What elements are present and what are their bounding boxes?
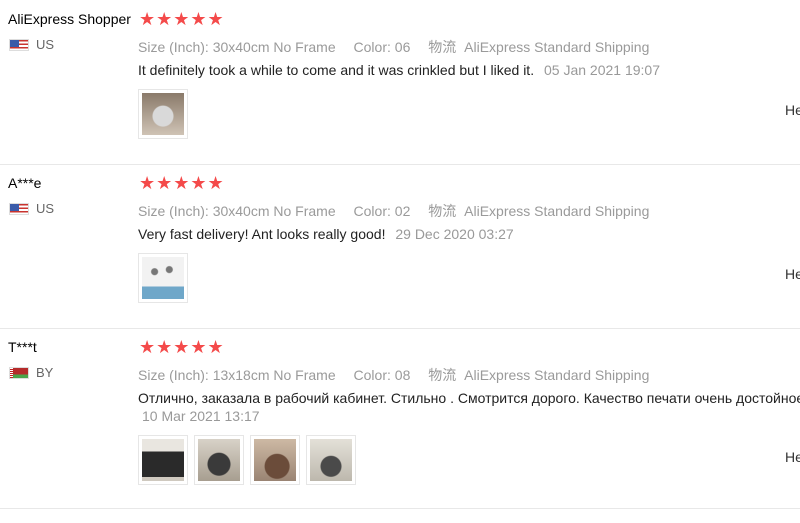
- review-image-thumbnail[interactable]: [194, 435, 244, 485]
- buyer-name: A***e: [8, 175, 42, 191]
- size-value: 30x40cm No Frame: [212, 203, 336, 219]
- review-date: 29 Dec 2020 03:27: [395, 226, 514, 242]
- shipping-method: AliExpress Standard Shipping: [464, 367, 650, 383]
- review-images: [138, 435, 362, 485]
- review-image-thumbnail[interactable]: [138, 89, 188, 139]
- review-photo: [142, 93, 184, 135]
- color-label: Color:: [353, 39, 391, 55]
- review-images: [138, 89, 194, 139]
- review-item: A***e US ★★★★★ Size (Inch): 30x40cm No F…: [0, 164, 800, 329]
- shipping-method: AliExpress Standard Shipping: [464, 203, 650, 219]
- review-text: Отлично, заказала в рабочий кабинет. Сти…: [138, 390, 800, 425]
- review-images: [138, 253, 194, 303]
- color-label: Color:: [353, 203, 391, 219]
- size-label: Size (Inch):: [138, 203, 209, 219]
- buyer-name: T***t: [8, 339, 37, 355]
- review-body: Отлично, заказала в рабочий кабинет. Сти…: [138, 390, 800, 406]
- order-info: Size (Inch): 30x40cm No Frame Color: 06 …: [138, 37, 663, 57]
- size-value: 30x40cm No Frame: [212, 39, 336, 55]
- helpful-label[interactable]: He: [785, 449, 800, 465]
- review-image-thumbnail[interactable]: [306, 435, 356, 485]
- review-image-thumbnail[interactable]: [138, 435, 188, 485]
- star-rating: ★★★★★: [139, 9, 225, 30]
- review-text: It definitely took a while to come and i…: [138, 62, 800, 79]
- buyer-country: US: [9, 37, 54, 52]
- order-info: Size (Inch): 13x18cm No Frame Color: 08 …: [138, 365, 663, 385]
- order-info: Size (Inch): 30x40cm No Frame Color: 02 …: [138, 201, 663, 221]
- by-flag-icon: [9, 366, 29, 379]
- shipping-method: AliExpress Standard Shipping: [464, 39, 650, 55]
- size-label: Size (Inch):: [138, 367, 209, 383]
- review-photo: [198, 439, 240, 481]
- color-value: 08: [394, 367, 411, 383]
- review-photo: [142, 439, 184, 481]
- us-flag-icon: [9, 202, 29, 215]
- size-value: 13x18cm No Frame: [212, 367, 336, 383]
- buyer-country: US: [9, 201, 54, 216]
- review-photo: [254, 439, 296, 481]
- color-value: 02: [394, 203, 411, 219]
- color-value: 06: [394, 39, 411, 55]
- shipping-icon: 物流: [428, 203, 457, 219]
- review-photo: [142, 257, 184, 299]
- size-label: Size (Inch):: [138, 39, 209, 55]
- review-image-thumbnail[interactable]: [250, 435, 300, 485]
- review-date: 10 Mar 2021 13:17: [142, 408, 260, 424]
- country-code: US: [36, 201, 55, 216]
- buyer-country: BY: [9, 365, 53, 380]
- shipping-icon: 物流: [428, 367, 457, 383]
- helpful-label[interactable]: He: [785, 102, 800, 118]
- review-image-thumbnail[interactable]: [138, 253, 188, 303]
- review-text: Very fast delivery! Ant looks really goo…: [138, 226, 800, 243]
- country-code: BY: [36, 365, 54, 380]
- helpful-label[interactable]: He: [785, 266, 800, 282]
- review-item: AliExpress Shopper US ★★★★★ Size (Inch):…: [0, 0, 800, 165]
- review-date: 05 Jan 2021 19:07: [543, 62, 660, 78]
- shipping-icon: 物流: [428, 39, 457, 55]
- review-body: It definitely took a while to come and i…: [138, 62, 535, 78]
- review-body: Very fast delivery! Ant looks really goo…: [138, 226, 386, 242]
- us-flag-icon: [9, 38, 29, 51]
- star-rating: ★★★★★: [139, 337, 225, 358]
- country-code: US: [36, 37, 55, 52]
- star-rating: ★★★★★: [139, 173, 225, 194]
- review-photo: [310, 439, 352, 481]
- buyer-name: AliExpress Shopper: [8, 11, 131, 27]
- review-item: T***t BY ★★★★★ Size (Inch): 13x18cm No F…: [0, 328, 800, 509]
- color-label: Color:: [353, 367, 391, 383]
